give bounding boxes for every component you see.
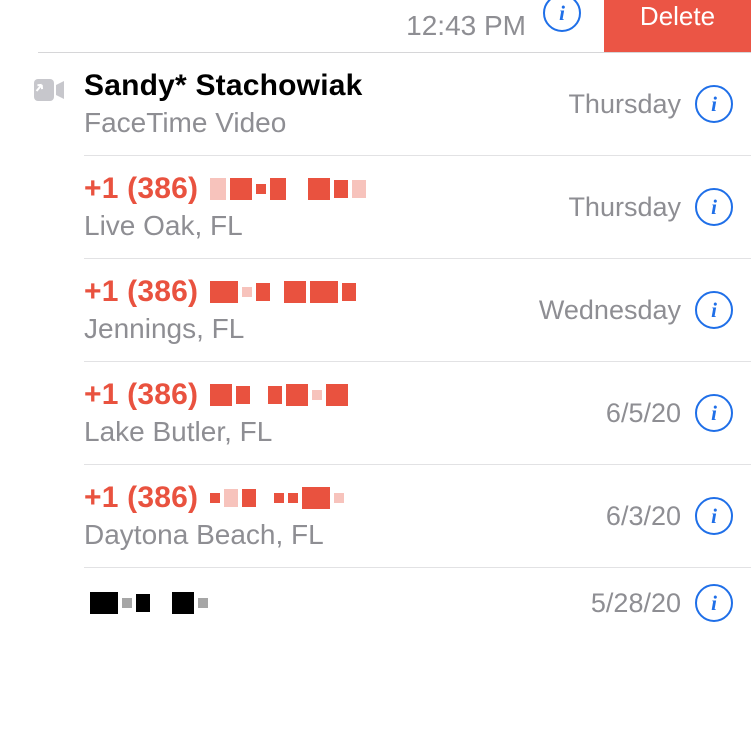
- outgoing-video-icon: [34, 79, 64, 101]
- info-icon[interactable]: i: [695, 497, 733, 535]
- call-row[interactable]: +1 (386) Lake Butler, FL 6/5/20 i: [84, 362, 751, 465]
- info-icon[interactable]: i: [543, 0, 581, 32]
- row-right: Thursday i: [568, 85, 751, 123]
- caller-number: +1 (386): [84, 481, 606, 515]
- top-swiped-row: own 12:43 PM i Delete: [0, 0, 751, 52]
- caller-number: +1 (386): [84, 275, 539, 309]
- info-icon[interactable]: i: [695, 85, 733, 123]
- call-subtitle: Daytona Beach, FL: [84, 519, 606, 551]
- call-row[interactable]: +1 (386) Daytona Beach, FL 6/3/20 i: [84, 465, 751, 568]
- redacted-number-icon: [210, 178, 366, 200]
- info-icon[interactable]: i: [695, 188, 733, 226]
- row-right: 5/28/20 i: [591, 584, 751, 622]
- call-date: Thursday: [568, 192, 681, 223]
- redacted-number-icon: [210, 281, 356, 303]
- call-row[interactable]: Sandy* Stachowiak FaceTime Video Thursda…: [84, 53, 751, 156]
- call-date: 6/5/20: [606, 398, 681, 429]
- info-icon[interactable]: i: [695, 394, 733, 432]
- call-date: Thursday: [568, 89, 681, 120]
- row-right: Wednesday i: [539, 291, 751, 329]
- delete-label: Delete: [640, 1, 715, 32]
- call-row[interactable]: 5/28/20 i: [84, 568, 751, 638]
- row-right: 6/5/20 i: [606, 394, 751, 432]
- delete-button[interactable]: Delete: [604, 0, 751, 52]
- call-subtitle: Live Oak, FL: [84, 210, 568, 242]
- call-row[interactable]: +1 (386) Jennings, FL Wednesday i: [84, 259, 751, 362]
- redacted-number-icon: [210, 487, 344, 509]
- row-main: +1 (386) Jennings, FL: [84, 275, 539, 345]
- row-right: 6/3/20 i: [606, 497, 751, 535]
- info-icon[interactable]: i: [695, 584, 733, 622]
- top-time: 12:43 PM: [406, 10, 526, 42]
- recents-list: Sandy* Stachowiak FaceTime Video Thursda…: [0, 53, 751, 638]
- call-subtitle: Jennings, FL: [84, 313, 539, 345]
- row-main: +1 (386) Daytona Beach, FL: [84, 481, 606, 551]
- redacted-name-icon: [90, 592, 208, 614]
- call-subtitle: FaceTime Video: [84, 107, 568, 139]
- row-main: Sandy* Stachowiak FaceTime Video: [84, 69, 568, 139]
- caller-name: Sandy* Stachowiak: [84, 69, 568, 103]
- caller-name: [84, 592, 591, 614]
- call-date: 6/3/20: [606, 501, 681, 532]
- caller-number: +1 (386): [84, 378, 606, 412]
- row-right: Thursday i: [568, 188, 751, 226]
- call-row[interactable]: +1 (386) Live Oak, FL Thursday i: [84, 156, 751, 259]
- caller-number: +1 (386): [84, 172, 568, 206]
- info-icon[interactable]: i: [695, 291, 733, 329]
- call-subtitle: Lake Butler, FL: [84, 416, 606, 448]
- redacted-number-icon: [210, 384, 348, 406]
- row-main: +1 (386) Live Oak, FL: [84, 172, 568, 242]
- row-main: [84, 592, 591, 614]
- row-main: +1 (386) Lake Butler, FL: [84, 378, 606, 448]
- call-date: Wednesday: [539, 295, 681, 326]
- call-date: 5/28/20: [591, 588, 681, 619]
